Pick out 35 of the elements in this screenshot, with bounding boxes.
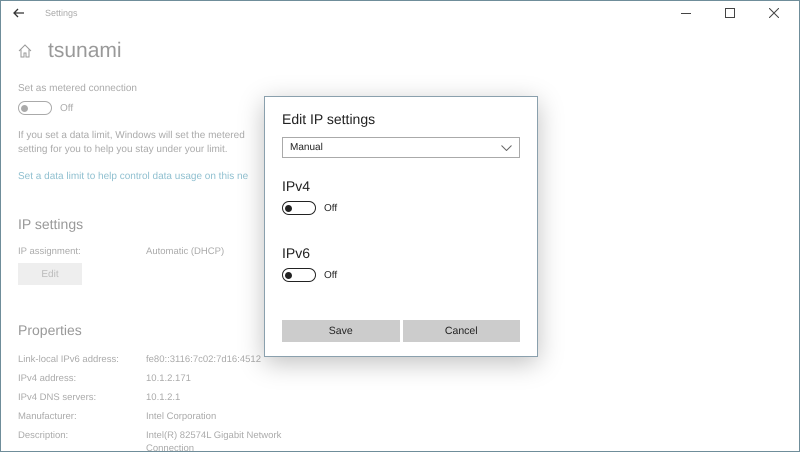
- toggle-state: Off: [324, 270, 338, 280]
- save-button[interactable]: Save: [282, 320, 400, 342]
- toggle-switch[interactable]: [18, 101, 52, 115]
- property-label: Manufacturer:: [18, 410, 78, 423]
- toggle-state: Off: [324, 202, 338, 214]
- info-text: setting for you to help you stay under your limit.: [18, 143, 229, 157]
- property-label: Link-local IPv6 address:: [18, 353, 120, 366]
- property-label: IPv4 address:: [18, 372, 78, 385]
- property-value: Intel(R) 82574L Gigabit Network Connection: [146, 429, 282, 451]
- toggle-switch[interactable]: [282, 268, 316, 282]
- property-value: Intel Corporation: [146, 410, 218, 423]
- close-icon[interactable]: [769, 8, 779, 18]
- toggle-label: IPv6: [282, 245, 312, 261]
- back-icon[interactable]: [13, 8, 25, 18]
- page-title: tsunami: [48, 39, 122, 63]
- section-heading: Properties: [18, 322, 82, 338]
- section-heading: IP settings: [18, 216, 84, 232]
- mode-dropdown[interactable]: Manual: [282, 137, 520, 158]
- property-label: IPv4 DNS servers:: [18, 391, 98, 404]
- home-icon[interactable]: [18, 44, 32, 58]
- dialog-title: Edit IP settings: [282, 111, 376, 127]
- window-title: Settings: [45, 8, 78, 18]
- toggle-state: Off: [60, 102, 74, 114]
- property-value: fe80::3116:7c02:7d16:4512: [146, 353, 262, 366]
- setting-label: Set as metered connection: [18, 83, 138, 94]
- info-text: If you set a data limit, Windows will set the metered: [18, 129, 246, 143]
- property-value: 10.1.2.1: [146, 391, 182, 404]
- toggle-switch[interactable]: [282, 201, 316, 215]
- property-value: 10.1.2.171: [146, 372, 192, 385]
- property-value: Automatic (DHCP): [146, 246, 224, 257]
- property-label: Description:: [18, 429, 70, 443]
- chevron-down-icon: [501, 144, 512, 150]
- maximize-icon[interactable]: [725, 8, 735, 18]
- cancel-button[interactable]: Cancel: [402, 320, 520, 342]
- property-label: IP assignment:: [18, 246, 82, 257]
